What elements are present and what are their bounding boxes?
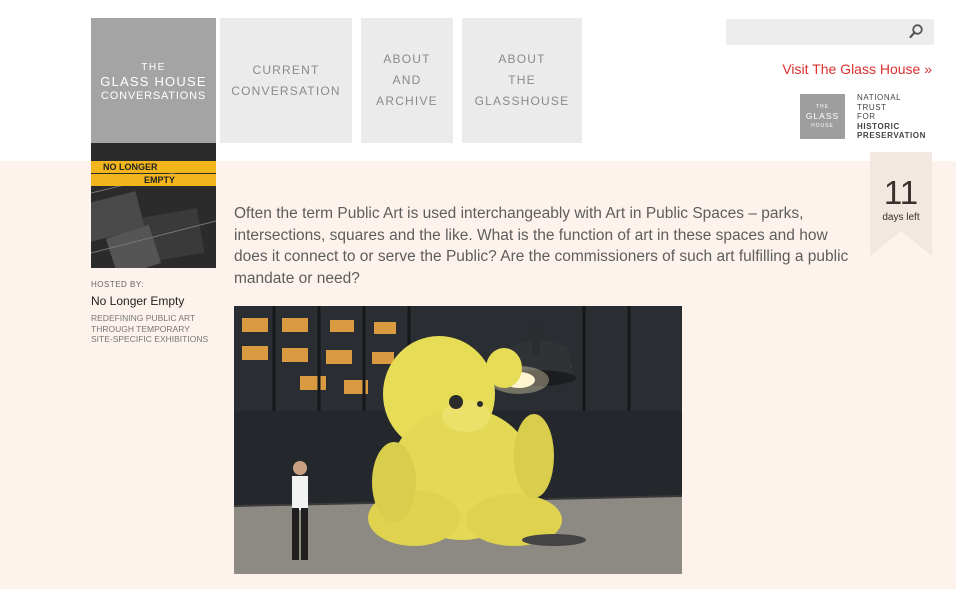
nt-line: PRESERVATION <box>857 131 926 140</box>
host-description: REDEFINING PUBLIC ART THROUGH TEMPORARY … <box>91 313 221 345</box>
host-desc-line: THROUGH TEMPORARY <box>91 323 190 334</box>
nav-about-glasshouse[interactable]: ABOUT THE GLASSHOUSE <box>462 18 582 143</box>
badge-line-2: GLASS <box>805 111 840 121</box>
hosted-by-label: HOSTED BY: <box>91 280 145 289</box>
host-desc-line: SITE-SPECIFIC EXHIBITIONS <box>91 334 209 344</box>
nav-label: GLASSHOUSE <box>474 94 570 108</box>
host-image-text-2: EMPTY <box>144 175 176 185</box>
logo-line-3: CONVERSATIONS <box>101 90 206 102</box>
nav-about-archive[interactable]: ABOUT AND ARCHIVE <box>361 18 453 143</box>
nav-current-conversation[interactable]: CURRENT CONVERSATION <box>220 18 352 143</box>
badge-line-1: THE <box>816 104 829 110</box>
nav-label: ABOUT <box>383 52 431 66</box>
search-icon[interactable] <box>908 23 924 39</box>
teddy-bear-sculpture-photo[interactable] <box>234 306 682 574</box>
badge-line-3: HOUSE <box>811 123 834 129</box>
host-desc-line: REDEFINING PUBLIC ART <box>91 313 196 323</box>
nt-line: HISTORIC <box>857 121 900 131</box>
nav-label: CONVERSATION <box>231 83 341 98</box>
nav-label: ARCHIVE <box>376 94 438 108</box>
nav-label: ABOUT <box>498 52 546 66</box>
host-image-text-1: NO LONGER <box>103 162 158 172</box>
glass-house-logo[interactable]: THE GLASS HOUSE <box>800 94 845 139</box>
days-left-label: days left <box>882 212 920 223</box>
nav-label: CURRENT <box>252 62 320 77</box>
nav-label: THE <box>508 73 536 87</box>
nt-line: FOR <box>857 112 876 121</box>
logo-line-2: GLASS HOUSE <box>100 74 207 89</box>
host-logo-image[interactable]: NO LONGER EMPTY <box>91 143 216 268</box>
host-name-link[interactable]: No Longer Empty <box>91 294 221 308</box>
visit-glass-house-link[interactable]: Visit The Glass House » <box>782 61 932 77</box>
nav-label: AND <box>392 73 422 87</box>
days-left-number: 11 <box>883 174 919 211</box>
site-logo[interactable]: THE GLASS HOUSE CONVERSATIONS <box>91 18 216 143</box>
nt-line: NATIONAL <box>857 93 902 102</box>
host-info: HOSTED BY: No Longer Empty REDEFINING PU… <box>91 280 221 345</box>
logo-line-1: THE <box>141 62 166 73</box>
conversation-intro-text: Often the term Public Art is used interc… <box>234 205 849 287</box>
nt-line: TRUST <box>857 102 887 112</box>
national-trust-logo[interactable]: NATIONAL TRUST FOR HISTORIC PRESERVATION <box>857 93 926 141</box>
search-input[interactable] <box>726 19 934 45</box>
